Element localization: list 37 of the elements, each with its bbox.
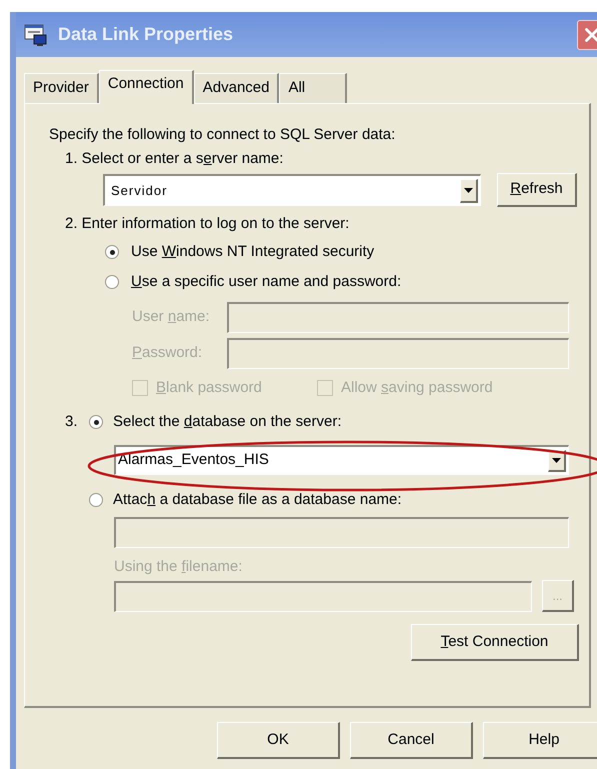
- tab[interactable]: Provider: [24, 73, 99, 103]
- checkbox-label: Allow saving password: [341, 378, 493, 398]
- checkbox-label: Blank password: [156, 378, 262, 398]
- server-value: Servidor: [111, 182, 168, 200]
- radio-button[interactable]: [89, 493, 103, 507]
- dropdown-arrow-icon: [552, 458, 561, 462]
- database-value: Alarmas_Eventos_HIS: [118, 450, 270, 470]
- tab[interactable]: Advanced: [194, 73, 280, 103]
- field-label: Password:: [132, 343, 204, 364]
- tab[interactable]: All: [279, 73, 348, 103]
- dialog-button[interactable]: OK: [217, 722, 340, 759]
- instruction-text: Specify the following to connect to SQL Server data:: [49, 125, 396, 145]
- radio-label: Use a specific user name and password:: [131, 272, 402, 292]
- database-combo-box[interactable]: Alarmas_Eventos_HIS: [114, 445, 569, 475]
- radio-button[interactable]: [105, 245, 119, 259]
- server-combo-box[interactable]: Servidor: [103, 174, 481, 206]
- tab[interactable]: Connection: [98, 70, 194, 104]
- test-connection-button[interactable]: Test Connection: [411, 624, 579, 661]
- field-label: User name:: [132, 307, 211, 328]
- dialog-button[interactable]: Cancel: [350, 722, 473, 759]
- filename-field[interactable]: [114, 580, 532, 612]
- dropdown-button[interactable]: [460, 178, 478, 202]
- window-title: Data Link Properties: [58, 23, 234, 46]
- radio-button[interactable]: [89, 415, 103, 429]
- step-label: 2. Enter information to log on to the server:: [65, 214, 350, 234]
- radio-label: Attach a database file as a database name:: [113, 490, 402, 510]
- input-field[interactable]: [227, 338, 569, 369]
- input-field[interactable]: [227, 302, 569, 333]
- radio-label: Use Windows NT Integrated security: [131, 242, 374, 262]
- radio-label: Select the database on the server:: [113, 412, 342, 432]
- radio-button[interactable]: [105, 275, 119, 289]
- field-label: Using the filename:: [114, 557, 244, 577]
- dropdown-arrow-icon: [464, 188, 473, 192]
- dialog-button[interactable]: Help: [483, 722, 597, 759]
- refresh-button[interactable]: Refresh: [497, 173, 577, 207]
- step-label: 1. Select or enter a server name:: [65, 149, 284, 169]
- step-number: 3.: [65, 412, 79, 432]
